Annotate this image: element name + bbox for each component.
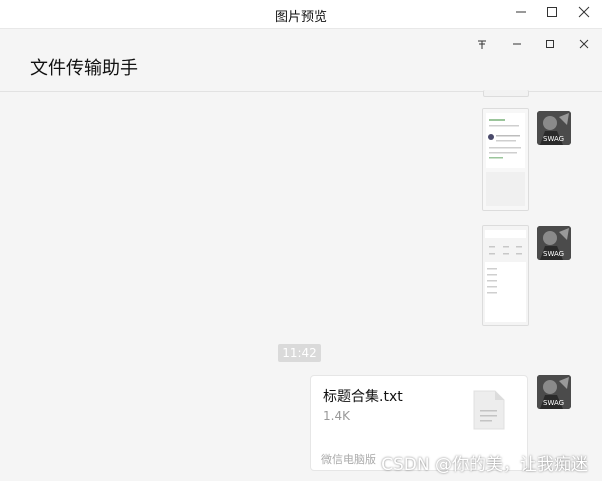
avatar-label: SWAG bbox=[543, 399, 565, 407]
preview-window-titlebar: 图片预览 bbox=[0, 0, 602, 29]
maximize-icon bbox=[547, 7, 557, 17]
avatar-label: SWAG bbox=[543, 250, 565, 258]
window-close-button[interactable] bbox=[569, 2, 599, 22]
chat-message-area[interactable]: SWAG SWAG 11:42 标题合集.txt 1.4K 微信电脑版 SWAG bbox=[0, 90, 602, 481]
file-name: 标题合集.txt bbox=[323, 389, 403, 405]
window-maximize-button[interactable] bbox=[537, 2, 567, 22]
file-source-label: 微信电脑版 bbox=[321, 453, 376, 466]
avatar-label: SWAG bbox=[543, 135, 565, 143]
chat-title: 文件传输助手 bbox=[30, 58, 138, 79]
message-timestamp: 11:42 bbox=[278, 344, 321, 362]
screenshot-thumbnail-icon bbox=[483, 226, 528, 325]
text-file-icon bbox=[473, 390, 505, 434]
chat-close-button[interactable] bbox=[573, 35, 595, 53]
image-message-thumbnail[interactable] bbox=[482, 225, 529, 326]
close-icon bbox=[578, 6, 590, 18]
file-size: 1.4K bbox=[323, 409, 350, 423]
image-message-thumbnail[interactable] bbox=[482, 108, 529, 211]
avatar[interactable]: SWAG bbox=[537, 226, 571, 260]
window-minimize-button[interactable] bbox=[506, 2, 536, 22]
screenshot-thumbnail-icon bbox=[483, 109, 528, 210]
pin-icon bbox=[478, 40, 486, 49]
close-icon bbox=[579, 39, 589, 49]
chat-header: 文件传输助手 bbox=[0, 29, 602, 92]
avatar[interactable]: SWAG bbox=[537, 111, 571, 145]
watermark: CSDN @你的美，让我痴迷 bbox=[381, 455, 588, 475]
chat-minimize-button[interactable] bbox=[506, 35, 528, 53]
maximize-icon bbox=[546, 40, 554, 48]
minimize-icon bbox=[513, 43, 521, 45]
chat-maximize-button[interactable] bbox=[539, 35, 561, 53]
pin-button[interactable] bbox=[471, 35, 493, 53]
avatar[interactable]: SWAG bbox=[537, 375, 571, 409]
previous-image-fragment[interactable] bbox=[483, 90, 529, 97]
minimize-icon bbox=[516, 11, 526, 13]
